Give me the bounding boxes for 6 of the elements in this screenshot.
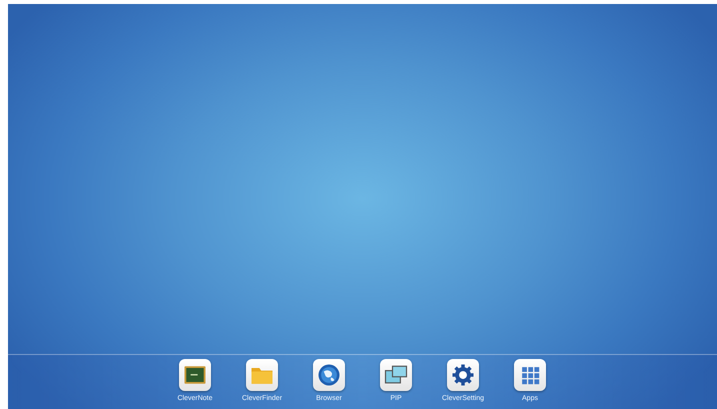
- app-icon-tile[interactable]: [447, 359, 479, 391]
- app-icon-tile[interactable]: [246, 359, 278, 391]
- app-icon-tile[interactable]: [514, 359, 546, 391]
- app-icon-tile[interactable]: [179, 359, 211, 391]
- app-icon-tile[interactable]: [313, 359, 345, 391]
- app-icon-tile[interactable]: [380, 359, 412, 391]
